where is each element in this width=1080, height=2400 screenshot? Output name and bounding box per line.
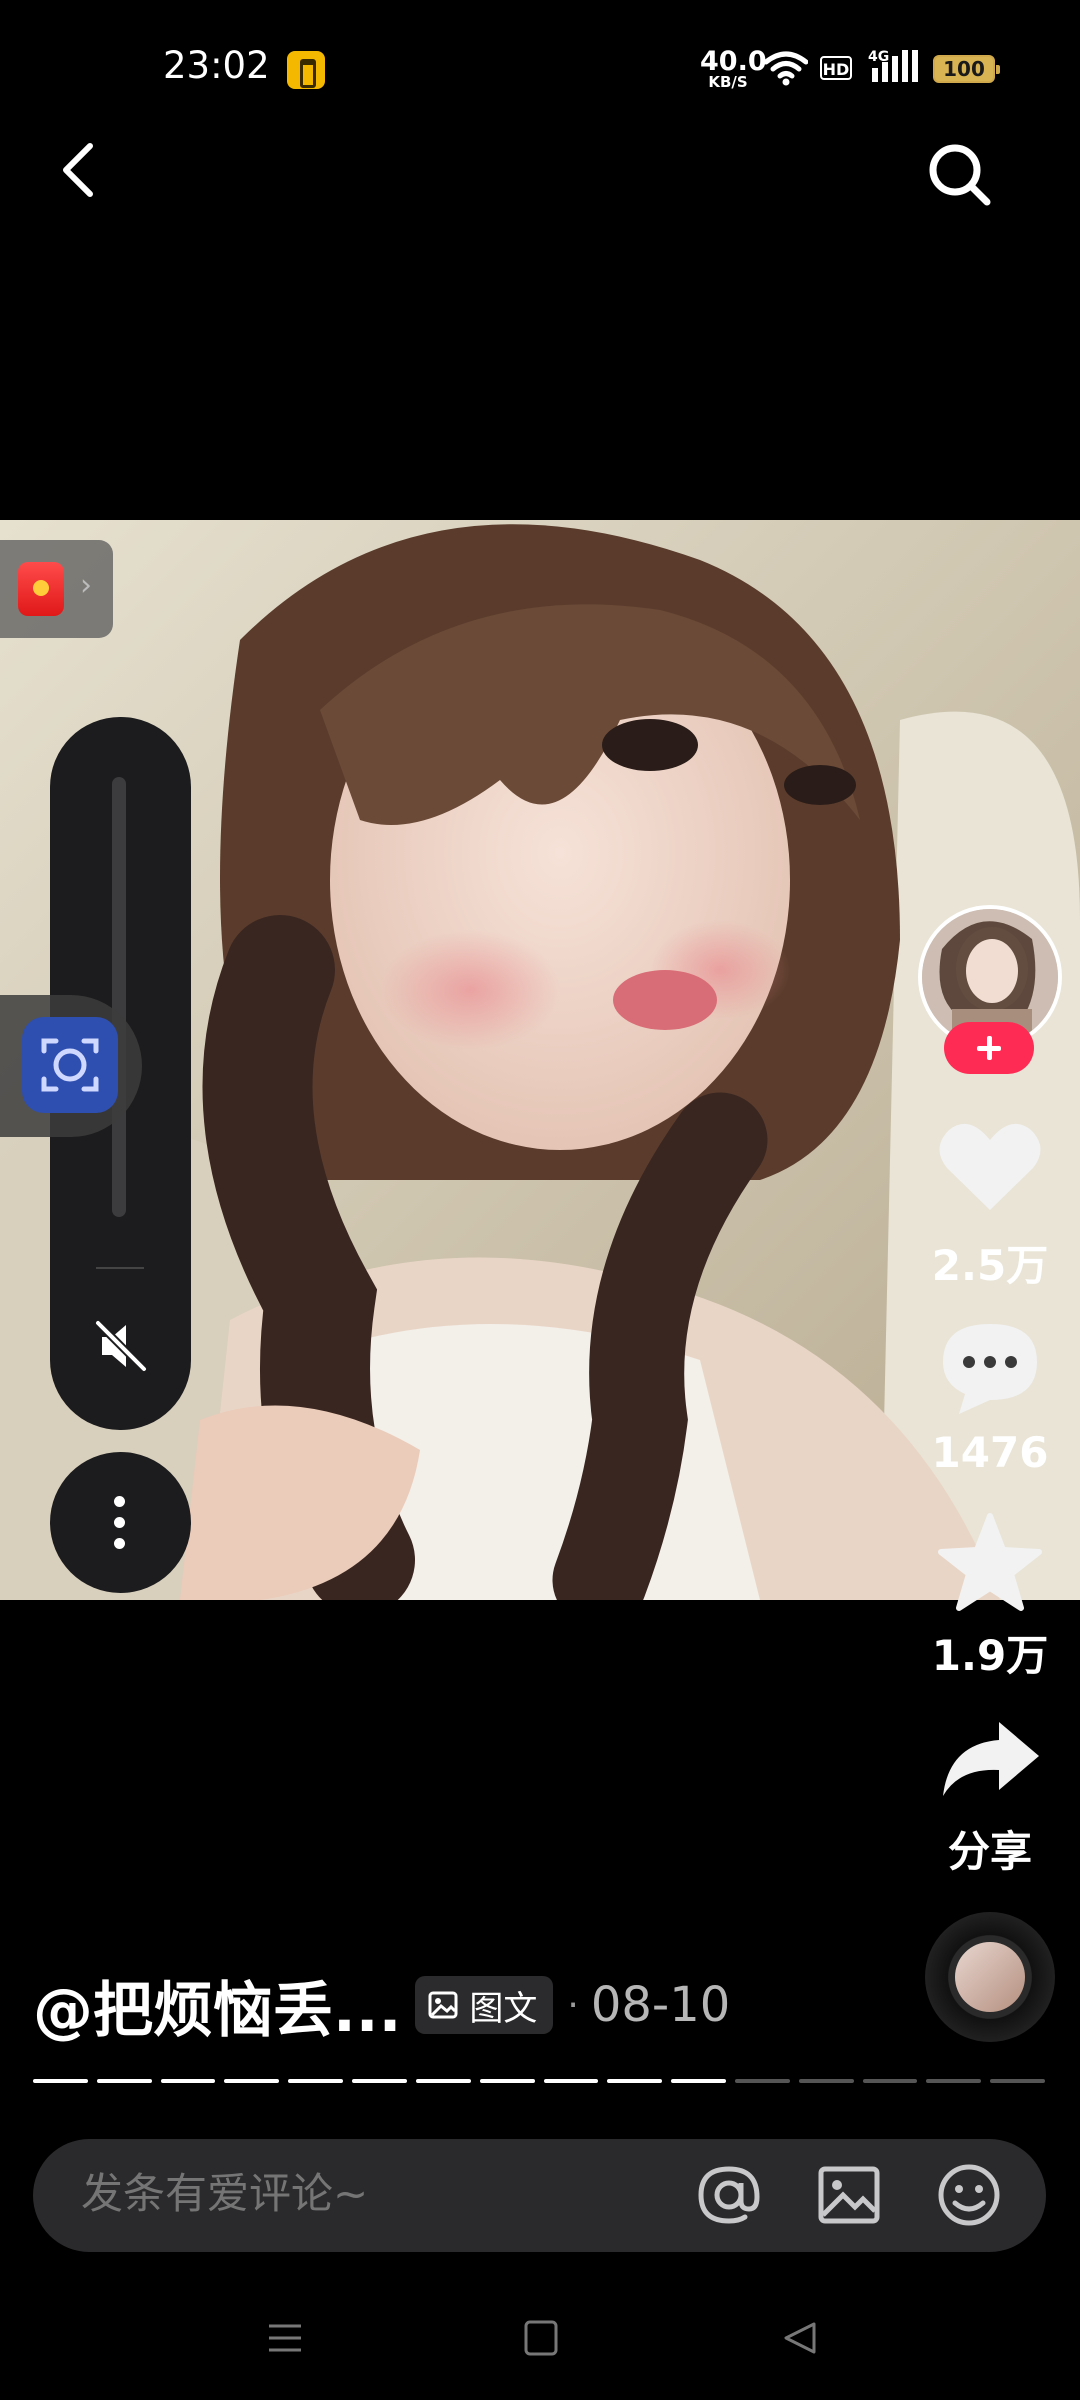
- search-icon: [929, 144, 991, 206]
- progress-segment: [415, 2079, 471, 2083]
- add-image-button[interactable]: [813, 2159, 885, 2235]
- progress-segment: [160, 2079, 216, 2083]
- red-envelope-icon: [18, 562, 64, 616]
- share-button[interactable]: [935, 1710, 1045, 1814]
- mute-button[interactable]: [92, 1317, 150, 1379]
- chevron-right-icon: ›: [80, 568, 92, 603]
- share-arrow-icon: [943, 1722, 1039, 1796]
- comment-bar: [33, 2139, 1046, 2252]
- cellular-signal-icon: 4G: [868, 48, 922, 88]
- screenshot-icon: [22, 1017, 118, 1113]
- battery-indicator: 100: [933, 55, 1000, 83]
- image-text-icon: [428, 1991, 458, 2019]
- progress-segment: [33, 2079, 88, 2083]
- divider: [96, 1267, 144, 1269]
- more-options-button[interactable]: [50, 1452, 191, 1593]
- music-disc[interactable]: [925, 1912, 1055, 2042]
- volume-slider[interactable]: [112, 777, 126, 1217]
- comment-bubble-icon: [943, 1324, 1037, 1414]
- post-type-badge: 图文: [415, 1976, 554, 2034]
- post-type-label: 图文: [469, 1988, 538, 2029]
- heart-icon: [939, 1123, 1041, 1210]
- network-speed-unit: KB/S: [708, 73, 748, 91]
- caption-row: @把烦恼丢... 图文 · 08-10: [33, 1965, 731, 2046]
- follow-button[interactable]: [944, 1022, 1034, 1074]
- progress-segment: [288, 2079, 344, 2083]
- progress-segment: [926, 2079, 982, 2083]
- flashlight-notification-icon: [287, 51, 325, 89]
- red-packet-widget[interactable]: ›: [0, 540, 113, 638]
- favorite-count: 1.9万: [931, 1631, 1049, 1680]
- progress-segment: [671, 2079, 726, 2083]
- progress-segment: [798, 2079, 854, 2083]
- star-icon: [938, 1513, 1042, 1611]
- recent-apps-button[interactable]: [265, 2318, 305, 2362]
- triangle-back-icon: [784, 2322, 816, 2354]
- progress-segment: [862, 2079, 918, 2083]
- progress-segment: [990, 2079, 1045, 2083]
- home-button[interactable]: [523, 2318, 559, 2362]
- progress-segment: [543, 2079, 599, 2083]
- progress-segment: [224, 2079, 280, 2083]
- progress-segment: [734, 2079, 790, 2083]
- back-button[interactable]: [50, 140, 110, 200]
- image-progress-indicator: [33, 2079, 1045, 2085]
- smiley-icon: [938, 2164, 1000, 2226]
- date-separator: ·: [567, 1984, 579, 2026]
- progress-segment: [479, 2079, 535, 2083]
- hd-voice-badge: HD: [820, 56, 852, 80]
- wifi-icon: [763, 50, 809, 90]
- comment-input[interactable]: [81, 2169, 641, 2218]
- more-dot-icon: [114, 1538, 125, 1549]
- screenshot-widget[interactable]: [0, 995, 142, 1137]
- search-button[interactable]: [925, 140, 995, 210]
- favorite-button[interactable]: [935, 1512, 1045, 1616]
- square-icon: [524, 2320, 558, 2356]
- speaker-muted-icon: [95, 1320, 147, 1372]
- share-label: 分享: [947, 1827, 1032, 1876]
- author-name[interactable]: @把烦恼丢...: [33, 1962, 401, 2049]
- network-speed-value: 40.0: [700, 46, 767, 77]
- comment-button[interactable]: [935, 1318, 1045, 1422]
- emoji-button[interactable]: [933, 2159, 1005, 2235]
- system-back-button[interactable]: [780, 2318, 820, 2362]
- network-speed: 40.0 KB/S: [700, 46, 767, 91]
- more-dot-icon: [114, 1496, 125, 1507]
- music-cover-icon: [955, 1942, 1025, 2012]
- progress-segment: [352, 2079, 407, 2083]
- post-date: 08-10: [590, 1977, 731, 2033]
- status-time: 23:02: [163, 44, 270, 87]
- chevron-left-icon: [63, 143, 93, 197]
- more-dot-icon: [114, 1517, 125, 1528]
- mention-button[interactable]: [693, 2159, 765, 2235]
- progress-segment: [607, 2079, 663, 2083]
- image-icon: [818, 2166, 880, 2224]
- at-sign-icon: [698, 2166, 760, 2224]
- comment-count: 1476: [931, 1428, 1049, 1477]
- like-button[interactable]: [935, 1118, 1045, 1222]
- progress-segment: [96, 2079, 152, 2083]
- menu-icon: [269, 2324, 301, 2352]
- like-count: 2.5万: [931, 1241, 1049, 1290]
